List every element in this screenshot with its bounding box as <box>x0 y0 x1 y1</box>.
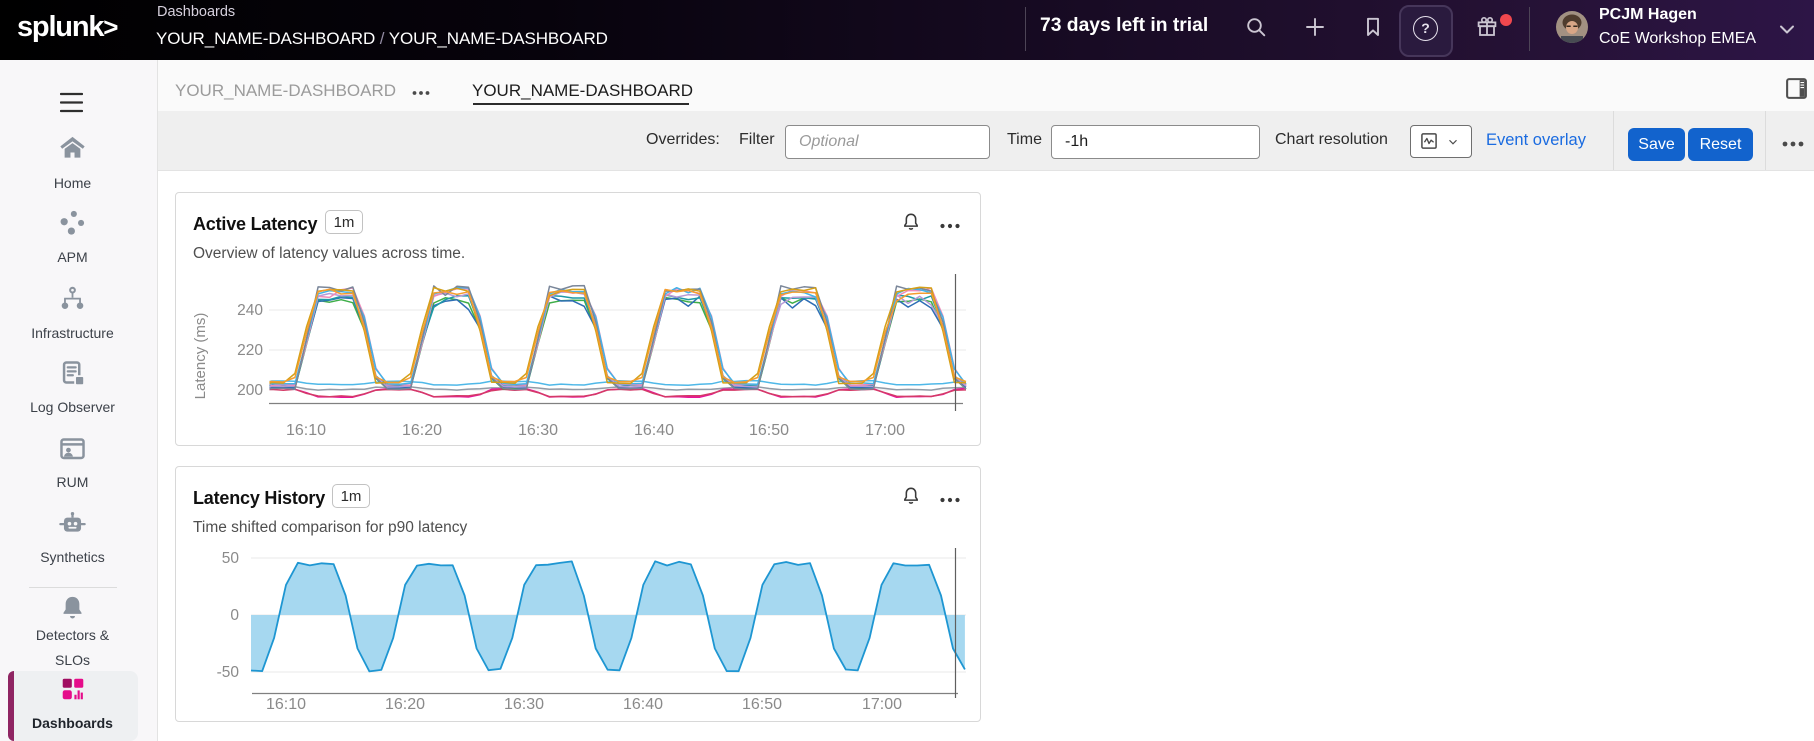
svg-text:16:20: 16:20 <box>402 422 442 439</box>
svg-text:Latency (ms): Latency (ms) <box>192 313 209 400</box>
svg-text:16:40: 16:40 <box>634 422 674 439</box>
svg-text:17:00: 17:00 <box>862 696 902 713</box>
svg-text:16:20: 16:20 <box>385 696 425 713</box>
svg-text:16:40: 16:40 <box>623 696 663 713</box>
svg-text:0: 0 <box>230 607 239 624</box>
svg-text:200: 200 <box>237 382 263 399</box>
svg-text:50: 50 <box>222 550 240 567</box>
svg-text:16:10: 16:10 <box>266 696 306 713</box>
svg-text:16:30: 16:30 <box>504 696 544 713</box>
svg-text:16:10: 16:10 <box>286 422 326 439</box>
svg-text:16:50: 16:50 <box>749 422 789 439</box>
svg-text:240: 240 <box>237 302 263 319</box>
svg-text:16:50: 16:50 <box>742 696 782 713</box>
svg-text:17:00: 17:00 <box>865 422 905 439</box>
svg-text:220: 220 <box>237 342 263 359</box>
svg-text:-50: -50 <box>217 664 240 681</box>
svg-text:16:30: 16:30 <box>518 422 558 439</box>
